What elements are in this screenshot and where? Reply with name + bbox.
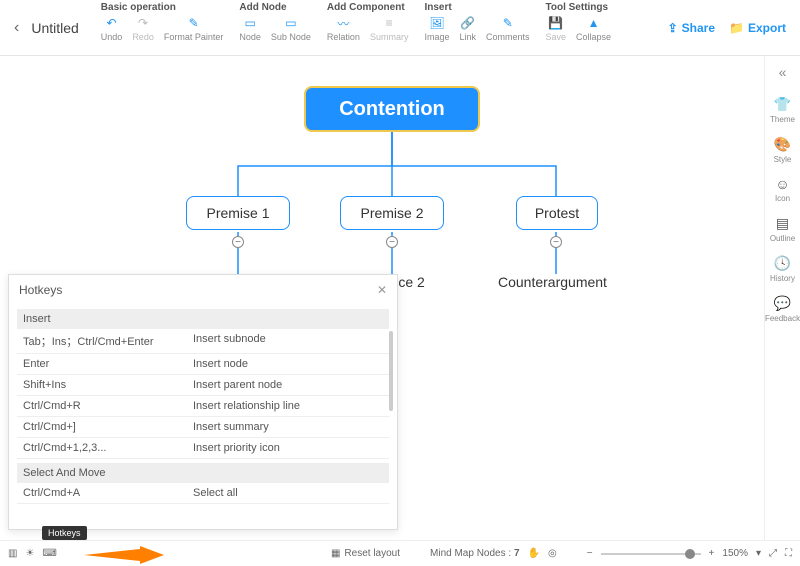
zoom-value: 150%: [722, 548, 748, 559]
relation-icon: 〰: [335, 15, 351, 31]
hotkeys-title: Hotkeys: [19, 283, 62, 297]
export-icon: 📁: [729, 21, 744, 35]
collapse-icon: ▲: [586, 15, 602, 31]
collapse-toggle-3[interactable]: −: [550, 236, 562, 248]
hotkeys-section-insert: Insert: [17, 309, 389, 329]
node-protest[interactable]: Protest: [516, 196, 598, 230]
undo-button[interactable]: ↶Undo: [101, 15, 123, 42]
group-add-node: Add Node ▭Node ▭Sub Node: [231, 0, 319, 55]
root-node[interactable]: Contention: [304, 86, 480, 132]
fullscreen-icon[interactable]: ⛶: [785, 548, 792, 559]
link-icon: 🔗: [460, 15, 476, 31]
outline-icon: ▤: [776, 215, 789, 232]
redo-button[interactable]: ↷Redo: [132, 15, 154, 42]
undo-icon: ↶: [104, 15, 120, 31]
format-painter-button[interactable]: ✎Format Painter: [164, 15, 224, 42]
group-add-component: Add Component 〰Relation ≡Summary: [319, 0, 417, 55]
layout-icon[interactable]: ▥: [8, 548, 17, 559]
reset-layout-button[interactable]: ▦Reset layout: [331, 548, 400, 559]
target-icon[interactable]: ◎: [548, 548, 557, 559]
clock-icon: 🕓: [774, 255, 791, 272]
node-premise-1[interactable]: Premise 1: [186, 196, 290, 230]
sidebar-history[interactable]: 🕓History: [770, 255, 795, 283]
zoom-slider[interactable]: [601, 553, 701, 555]
collapse-toggle-1[interactable]: −: [232, 236, 244, 248]
shirt-icon: 👕: [774, 96, 791, 113]
sidebar-style[interactable]: 🎨Style: [774, 136, 792, 164]
group-insert: Insert 🖼Image 🔗Link ✎Comments: [416, 0, 537, 55]
group-tool-settings: Tool Settings 💾Save ▲Collapse: [538, 0, 620, 55]
subnode-button[interactable]: ▭Sub Node: [271, 15, 311, 42]
relation-button[interactable]: 〰Relation: [327, 15, 360, 42]
redo-icon: ↷: [135, 15, 151, 31]
keyboard-icon[interactable]: ⌨: [42, 548, 56, 559]
subnode-icon: ▭: [283, 15, 299, 31]
palette-icon: 🎨: [774, 136, 791, 153]
group-basic-operation: Basic operation ↶Undo ↷Redo ✎Format Pain…: [93, 0, 232, 55]
status-bar: ▥ ☀ ⌨ ▦Reset layout Mind Map Nodes : 7 ✋…: [0, 540, 800, 566]
sidebar-collapse-icon[interactable]: «: [779, 64, 787, 80]
summary-icon: ≡: [381, 15, 397, 31]
document-title[interactable]: Untitled: [31, 20, 78, 36]
close-icon[interactable]: ✕: [377, 283, 387, 297]
comment-icon: ✎: [500, 15, 516, 31]
zoom-out-button[interactable]: −: [587, 548, 593, 559]
hotkeys-section-select: Select And Move: [17, 463, 389, 483]
leaf-counterargument[interactable]: Counterargument: [498, 274, 607, 290]
save-icon: 💾: [548, 15, 564, 31]
brush-icon: ✎: [186, 15, 202, 31]
fit-icon[interactable]: ⤢: [769, 548, 777, 559]
summary-button[interactable]: ≡Summary: [370, 15, 409, 42]
node-button[interactable]: ▭Node: [239, 15, 261, 42]
share-icon: ⇪: [668, 21, 678, 35]
right-sidebar: « 👕Theme 🎨Style ☺Icon ▤Outline 🕓History …: [764, 56, 800, 540]
sidebar-theme[interactable]: 👕Theme: [770, 96, 795, 124]
scrollbar[interactable]: [389, 331, 393, 411]
grid-icon: ▦: [331, 548, 340, 559]
back-icon[interactable]: ‹: [14, 19, 19, 37]
hotkeys-panel: Hotkeys ✕ Insert Tab；Ins；Ctrl/Cmd+EnterI…: [8, 274, 398, 530]
sidebar-feedback[interactable]: 💬Feedback: [765, 295, 800, 323]
smiley-icon: ☺: [775, 176, 789, 192]
node-icon: ▭: [242, 15, 258, 31]
image-icon: 🖼: [429, 15, 445, 31]
hotkeys-body: Insert Tab；Ins；Ctrl/Cmd+EnterInsert subn…: [9, 305, 397, 529]
share-button[interactable]: ⇪Share: [668, 21, 715, 35]
brightness-icon[interactable]: ☀: [25, 548, 34, 559]
comments-button[interactable]: ✎Comments: [486, 15, 530, 42]
collapse-button[interactable]: ▲Collapse: [576, 15, 611, 42]
export-button[interactable]: 📁Export: [729, 21, 786, 35]
link-button[interactable]: 🔗Link: [459, 15, 476, 42]
sidebar-icon[interactable]: ☺Icon: [775, 176, 790, 203]
nodes-count-label: Mind Map Nodes : 7: [430, 548, 520, 559]
zoom-menu-icon[interactable]: ▾: [756, 548, 761, 559]
save-button[interactable]: 💾Save: [546, 15, 567, 42]
top-toolbar: ‹ Untitled Basic operation ↶Undo ↷Redo ✎…: [0, 0, 800, 56]
hotkeys-tooltip: Hotkeys: [42, 526, 87, 540]
collapse-toggle-2[interactable]: −: [386, 236, 398, 248]
chat-icon: 💬: [774, 295, 791, 312]
hand-icon[interactable]: ✋: [528, 548, 540, 559]
zoom-in-button[interactable]: +: [709, 548, 715, 559]
image-button[interactable]: 🖼Image: [424, 15, 449, 42]
node-premise-2[interactable]: Premise 2: [340, 196, 444, 230]
sidebar-outline[interactable]: ▤Outline: [770, 215, 795, 243]
